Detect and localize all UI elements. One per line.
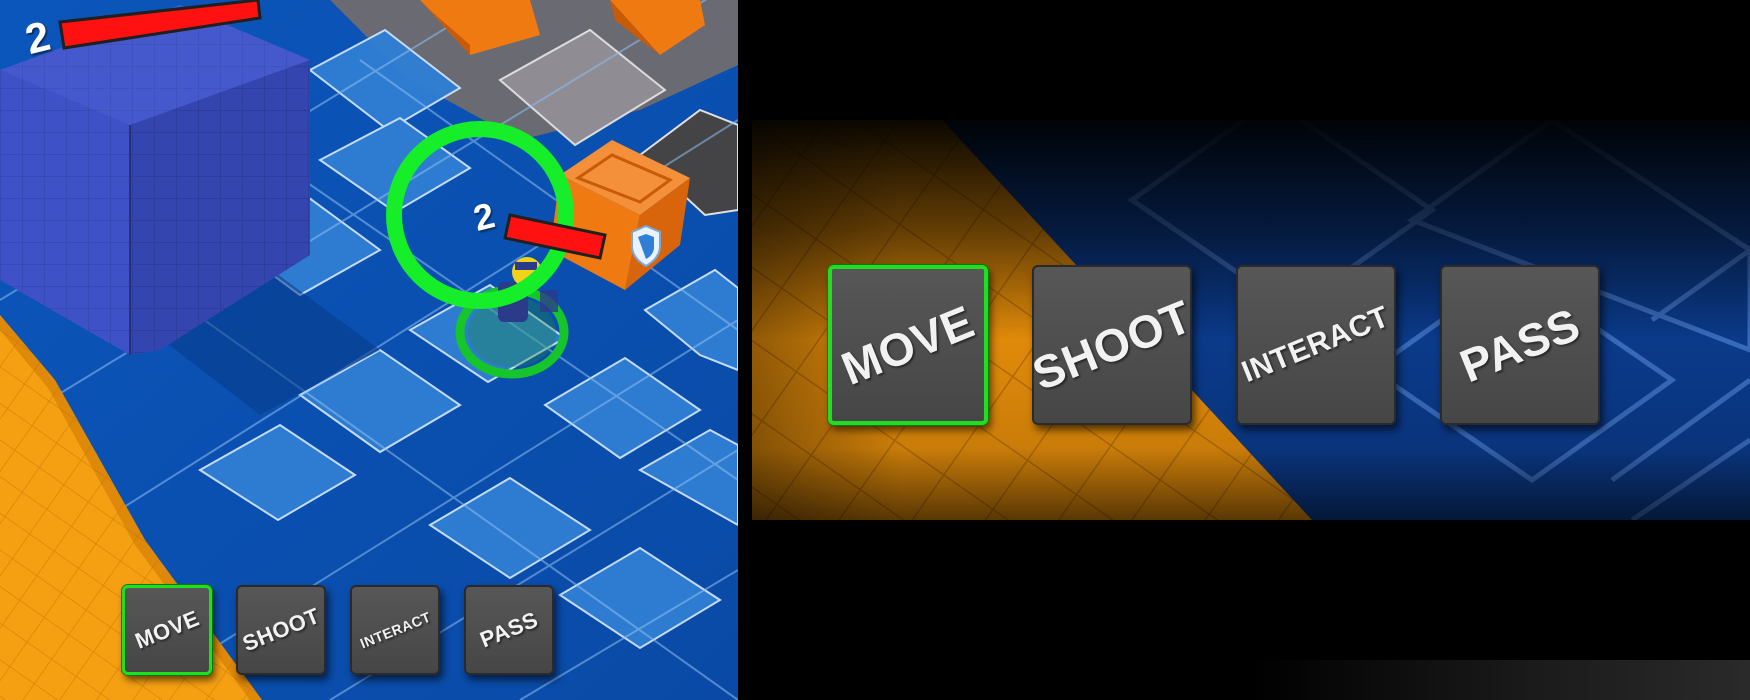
- zoom-shoot-button[interactable]: SHOOT: [1025, 265, 1199, 425]
- shoot-button[interactable]: SHOOT: [236, 585, 326, 675]
- pass-button-label: PASS: [476, 606, 542, 653]
- zoom-pass-button[interactable]: PASS: [1440, 265, 1600, 425]
- game-viewport[interactable]: 2 2 MOVE SHOOT INTERACT PASS: [0, 0, 738, 700]
- shoot-button-label: SHOOT: [238, 602, 323, 657]
- zoom-shoot-button-label: SHOOT: [1025, 289, 1199, 401]
- zoom-interact-button-label: INTERACT: [1237, 300, 1395, 389]
- zoom-bottom-strip: [1250, 660, 1750, 700]
- move-button[interactable]: MOVE: [122, 585, 212, 675]
- move-button-label: MOVE: [131, 605, 203, 654]
- zoom-move-button-label: MOVE: [834, 295, 982, 395]
- interact-button-label: INTERACT: [357, 608, 433, 652]
- zoom-move-button[interactable]: MOVE: [828, 265, 988, 425]
- zoom-pass-button-label: PASS: [1452, 297, 1588, 393]
- zoom-interact-button[interactable]: INTERACT: [1236, 265, 1396, 425]
- zoom-panel: MOVE SHOOT INTERACT PASS: [752, 120, 1750, 520]
- interact-button[interactable]: INTERACT: [350, 585, 440, 675]
- zoom-inset: MOVE SHOOT INTERACT PASS: [750, 0, 1750, 700]
- pass-button[interactable]: PASS: [464, 585, 554, 675]
